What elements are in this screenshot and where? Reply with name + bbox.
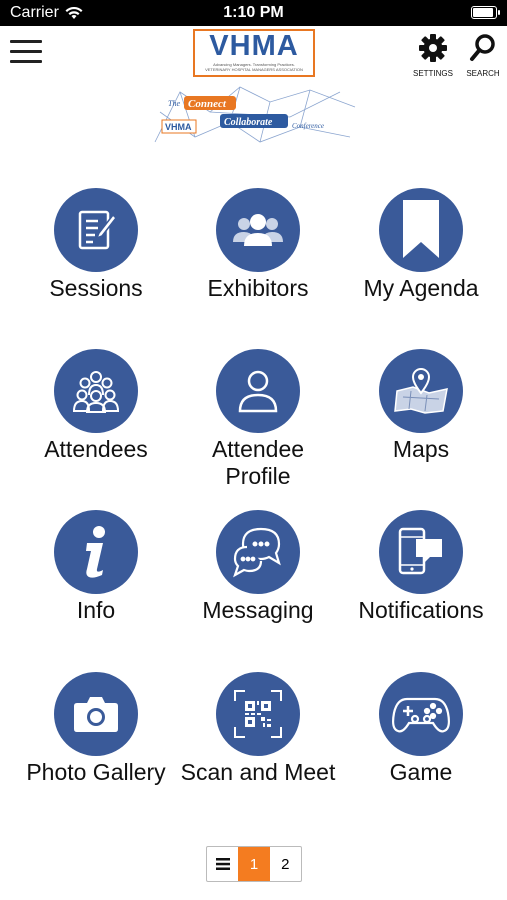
tile-maps[interactable]: Maps <box>341 349 501 463</box>
info-icon <box>54 510 138 594</box>
hamburger-menu-button[interactable] <box>10 40 42 66</box>
tile-my-agenda[interactable]: My Agenda <box>341 188 501 302</box>
map-icon <box>379 349 463 433</box>
exhibitors-icon <box>216 188 300 272</box>
messaging-icon <box>216 510 300 594</box>
camera-icon <box>54 672 138 756</box>
tile-label: Info <box>76 597 116 623</box>
tile-exhibitors[interactable]: Exhibitors <box>178 188 338 302</box>
list-icon <box>215 858 230 870</box>
attendees-icon <box>54 349 138 433</box>
banner-mini-logo: VHMA <box>165 122 192 132</box>
banner-collaborate: Collaborate <box>224 117 273 128</box>
tile-attendee-profile[interactable]: Attendee Profile <box>178 349 338 490</box>
tile-photo-gallery[interactable]: Photo Gallery <box>16 672 176 786</box>
conference-banner: The Connect Collaborate Conference VHMA <box>154 86 356 143</box>
vhma-logo: VHMA Advancing Managers. Transforming Pr… <box>193 29 315 77</box>
settings-button[interactable]: SETTINGS <box>410 33 456 78</box>
logo-text: VHMA <box>209 30 299 62</box>
status-bar: Carrier 1:10 PM <box>0 0 507 26</box>
tile-label: Notifications <box>358 597 484 623</box>
tile-label: Game <box>389 759 453 785</box>
battery-icon <box>471 6 500 19</box>
tile-label: Attendees <box>44 436 148 462</box>
page-2-button[interactable]: 2 <box>270 847 301 881</box>
tile-notifications[interactable]: Notifications <box>341 510 501 624</box>
list-view-button[interactable] <box>207 847 238 881</box>
tile-scan-and-meet[interactable]: Scan and Meet <box>178 672 338 786</box>
logo-org: VETERINARY HOSPITAL MANAGERS ASSOCIATION <box>205 67 303 72</box>
gear-icon <box>419 34 447 62</box>
notifications-icon <box>379 510 463 594</box>
banner-conference: Conference <box>292 122 324 130</box>
tile-label: My Agenda <box>363 275 479 301</box>
tile-info[interactable]: Info <box>16 510 176 624</box>
tile-label: Maps <box>392 436 450 462</box>
tile-label: Scan and Meet <box>180 759 336 785</box>
tile-label: Messaging <box>202 597 314 623</box>
tile-sessions[interactable]: Sessions <box>16 188 176 302</box>
settings-label: SETTINGS <box>412 69 453 78</box>
tile-label: Exhibitors <box>207 275 309 301</box>
gamepad-icon <box>379 672 463 756</box>
search-icon <box>470 34 495 61</box>
qr-scan-icon <box>216 672 300 756</box>
banner-the: The <box>168 99 180 108</box>
bookmark-icon <box>379 188 463 272</box>
profile-icon <box>216 349 300 433</box>
tile-label: Sessions <box>49 275 143 301</box>
page-indicator: 1 2 <box>206 846 302 882</box>
status-time: 1:10 PM <box>223 4 284 21</box>
search-button[interactable]: SEARCH <box>460 33 506 78</box>
tile-attendees[interactable]: Attendees <box>16 349 176 463</box>
tile-game[interactable]: Game <box>341 672 501 786</box>
sessions-icon <box>54 188 138 272</box>
search-label: SEARCH <box>466 69 500 78</box>
page-1-button[interactable]: 1 <box>238 847 270 881</box>
tile-label: Photo Gallery <box>26 759 166 785</box>
tile-messaging[interactable]: Messaging <box>178 510 338 624</box>
tile-label: Attendee Profile <box>211 436 305 489</box>
banner-connect: Connect <box>188 98 227 110</box>
